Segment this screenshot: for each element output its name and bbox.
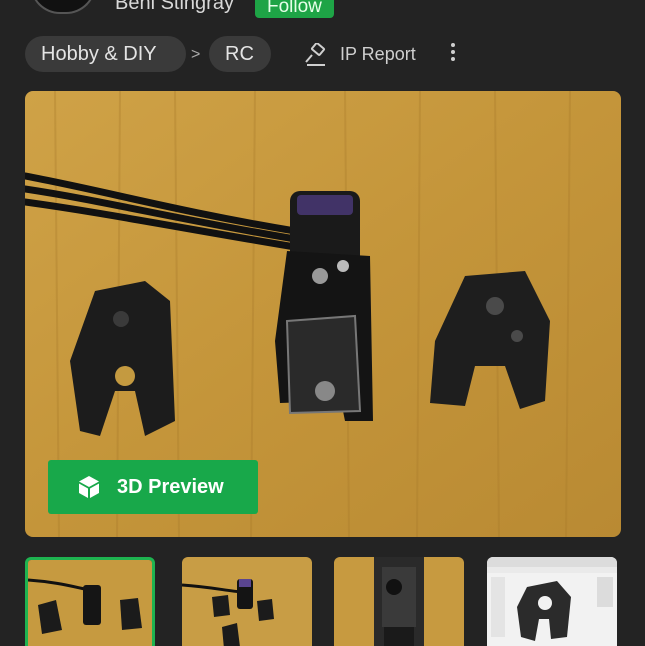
follow-button[interactable]: Follow	[255, 0, 334, 18]
breadcrumb-category[interactable]: Hobby & DIY	[25, 36, 186, 72]
author-avatar[interactable]	[30, 0, 96, 14]
breadcrumb-subcategory[interactable]: RC	[209, 36, 271, 72]
breadcrumb-separator: >	[191, 46, 201, 63]
thumbnail-1[interactable]	[25, 557, 155, 646]
3d-preview-button[interactable]: 3D Preview	[48, 460, 258, 514]
cube-icon	[79, 476, 99, 498]
model-page: Beni Stingray Follow Hobby & DIY > RC IP…	[0, 0, 645, 646]
author-name[interactable]: Beni Stingray	[115, 0, 234, 15]
thumbnail-2[interactable]	[182, 557, 312, 646]
gavel-icon	[305, 43, 325, 66]
author-header: Beni Stingray Follow	[0, 0, 645, 20]
3d-preview-label: 3D Preview	[117, 476, 224, 498]
more-options-icon[interactable]	[441, 40, 465, 70]
thumbnail-4[interactable]	[487, 557, 617, 646]
thumbnail-3[interactable]	[334, 557, 464, 646]
ip-report-label: IP Report	[340, 44, 416, 64]
